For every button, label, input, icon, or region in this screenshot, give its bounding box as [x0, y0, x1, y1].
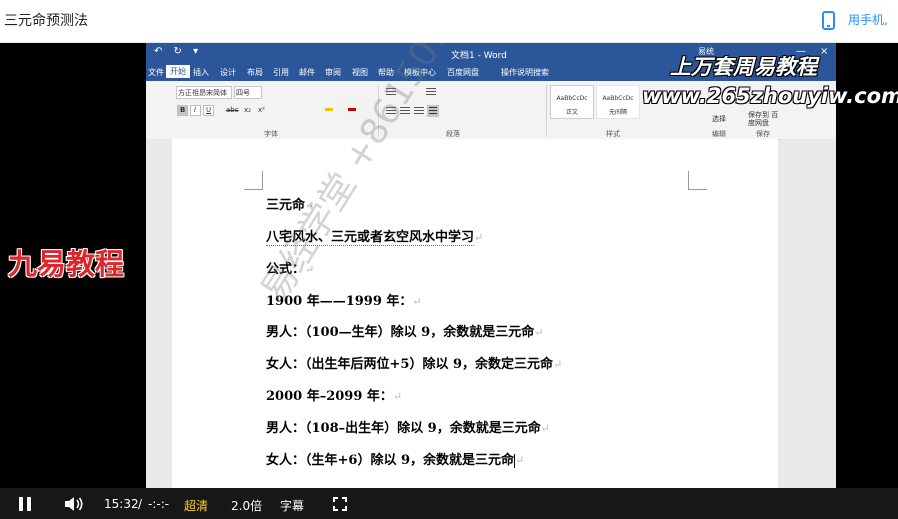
doc-line-text: 男人：（100—生年）除以 9，余数就是三元命 [266, 325, 535, 340]
group-font-label: 字体 [264, 130, 278, 138]
video-player[interactable]: ↶ ↻ ▾ 文档1 - Word 易统 — × 文件 开始 插入 设计 布局 引… [0, 43, 898, 519]
paragraph-mark: ↵ [474, 231, 484, 244]
separator [546, 85, 547, 137]
doc-line-text: 2000 年–2099 年： [266, 389, 393, 404]
paragraph-mark: ↵ [515, 454, 525, 467]
tab-design: 设计 [220, 68, 236, 77]
group-styles-label: 样式 [606, 130, 620, 138]
subscript-button: x₂ [244, 106, 251, 114]
doc-line: 2000 年–2099 年：↵ [266, 385, 402, 404]
word-doc-title: 文档1 - Word [451, 51, 507, 61]
page-title: 三元命预测法 [4, 13, 88, 29]
quick-access-toolbar: ↶ ↻ ▾ [154, 46, 203, 57]
style-normal-sample: AaBbCcDc [556, 95, 588, 102]
doc-line: 男人：（100—生年）除以 9，余数就是三元命↵ [266, 321, 543, 340]
style-no-spacing-name: 无间隔 [608, 109, 627, 116]
tab-view: 视图 [352, 68, 368, 77]
style-no-spacing-sample: AaBbCcDc [602, 95, 634, 102]
close-icon: × [820, 46, 829, 57]
doc-line-text: 男人：（108–出生年）除以 9，余数就是三元命 [266, 421, 541, 436]
superscript-button: x² [258, 106, 265, 114]
style-no-spacing: AaBbCcDc 无间隔 [596, 85, 640, 119]
watermark-left: 九易教程 [8, 247, 125, 281]
word-window: ↶ ↻ ▾ 文档1 - Word 易统 — × 文件 开始 插入 设计 布局 引… [146, 43, 836, 488]
tab-insert: 插入 [193, 68, 209, 77]
tab-baidu-pan: 百度网盘 [447, 68, 479, 77]
tab-layout: 布局 [247, 68, 263, 77]
underline-button: U [203, 105, 214, 116]
tab-references: 引用 [273, 68, 289, 77]
highlight-icon [325, 108, 333, 111]
underline-label: U [206, 106, 212, 114]
font-size-box: 四号 [234, 86, 262, 99]
italic-label: I [194, 106, 197, 114]
tab-mailings: 邮件 [299, 68, 315, 77]
group-paragraph-label: 段落 [446, 130, 460, 138]
doc-line: 女人：（生年+6）除以 9，余数就是三元命↵ [266, 449, 524, 468]
subtitle-button[interactable]: 字幕 [280, 497, 304, 514]
style-normal-name: 正文 [565, 109, 578, 116]
doc-line-text: 女人：（出生年后两位+5）除以 9，余数定三元命 [266, 357, 554, 372]
phone-icon[interactable] [822, 11, 835, 30]
font-size-value: 四号 [236, 89, 250, 97]
font-name-value: 方正祖昂宋简体 [178, 89, 227, 97]
duration: -:-:- [148, 497, 170, 511]
mobile-watch-link[interactable]: 用手机, [848, 11, 888, 28]
paragraph-mark: ↵ [534, 326, 544, 339]
doc-line: 男人：（108–出生年）除以 9，余数就是三元命↵ [266, 417, 550, 436]
margin-corner-left [244, 171, 263, 190]
baidu-save-button: 保存到 百度网盘 [748, 111, 779, 127]
pause-icon[interactable] [19, 497, 31, 511]
right-gutter [782, 139, 836, 488]
style-normal: AaBbCcDc 正文 [550, 85, 594, 119]
fullscreen-icon[interactable] [333, 497, 347, 511]
volume-icon[interactable] [64, 496, 84, 512]
watermark-top-right: 上万套周易教程 [670, 55, 817, 79]
tab-review: 审阅 [325, 68, 341, 77]
watermark-url: www.265zhouyiw.com [642, 84, 898, 108]
doc-line-text: 女人：（生年+6）除以 9，余数就是三元命 [266, 453, 515, 468]
document-page: 三元命↵ 八宅风水、三元或者玄空风水中学习↵ 公式：↵ 1900 年——1999… [172, 139, 778, 488]
current-time: 15:32 [104, 497, 139, 511]
paragraph-mark: ↵ [412, 295, 422, 308]
quality-button[interactable]: 超清 [184, 497, 208, 514]
bold-label: B [180, 106, 186, 114]
doc-line: 女人：（出生年后两位+5）除以 9，余数定三元命↵ [266, 353, 562, 372]
bold-button: B [177, 105, 188, 116]
player-controls: 15:32 / -:-:- 超清 2.0倍 字幕 [0, 488, 898, 519]
speed-button[interactable]: 2.0倍 [231, 497, 262, 514]
top-bar: 三元命预测法 用手机, [0, 0, 898, 43]
tab-file: 文件 [148, 68, 164, 77]
group-edit-label: 编辑 [712, 130, 726, 138]
select-button: 选择 [712, 115, 726, 123]
paragraph-mark: ↵ [392, 390, 403, 403]
tell-me-search: 操作说明搜索 [501, 68, 549, 77]
font-name-box: 方正祖昂宋简体 [176, 86, 232, 99]
italic-button: I [190, 105, 201, 116]
time-separator: / [138, 497, 143, 511]
margin-corner-right [688, 171, 707, 190]
tab-home: 开始 [166, 65, 190, 78]
left-gutter [146, 139, 172, 488]
paragraph-mark: ↵ [540, 422, 550, 435]
group-save-label: 保存 [756, 130, 770, 138]
strikethrough-button: abc [226, 106, 239, 114]
paragraph-mark: ↵ [553, 358, 563, 371]
